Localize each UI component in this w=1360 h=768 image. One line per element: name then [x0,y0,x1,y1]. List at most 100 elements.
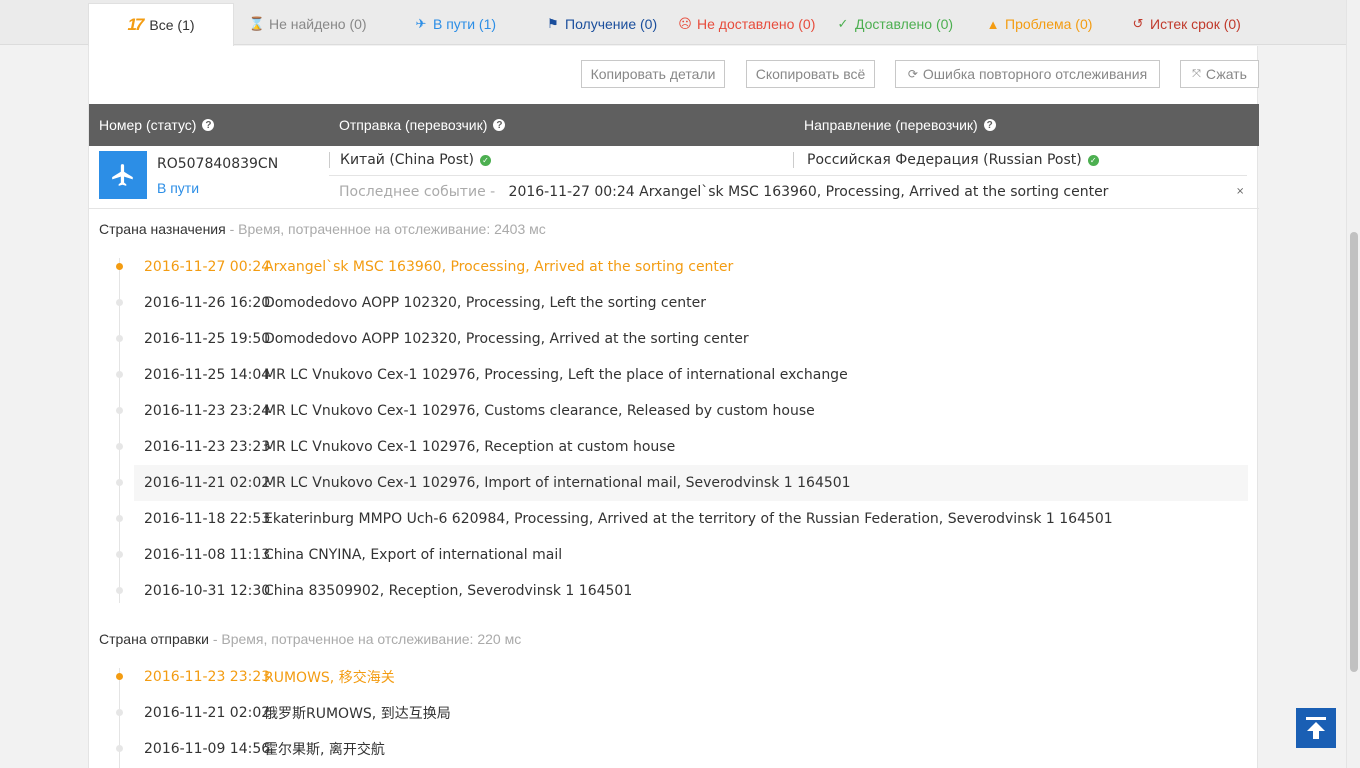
help-icon[interactable]: ? [202,119,215,131]
warning-icon: ▲ [986,16,1000,32]
tab-all-label: Все (1) [149,17,195,33]
timeline-dot [116,443,123,450]
scrollbar[interactable] [1346,0,1360,768]
last-event: Последнее событие - 2016-11-27 00:24 Arx… [339,184,1108,200]
tracking-event: 2016-11-25 19:50 Domodedovo AOPP 102320, … [134,321,1248,357]
event-description: Ekaterinburg MMPO Uch-6 620984, Processi… [264,511,1113,527]
timeline-line [119,668,120,768]
arrow-up-icon [1306,717,1326,739]
timeline-dot [116,551,123,558]
column-origin-label: Отправка (перевозчик) [339,117,488,133]
tab-not-found-label: Не найдено (0) [269,16,367,32]
collapse-icon: ⤧ [1192,67,1201,80]
shipment-row[interactable]: RO507840839CN В пути Китай (China Post) … [89,146,1259,209]
tab-pickup-label: Получение (0) [565,16,658,32]
copy-details-button[interactable]: Копировать детали [581,60,725,88]
tab-not-found[interactable]: ⌛ Не найдено (0) [248,3,367,45]
event-description: 霍尔果斯, 离开交航 [264,742,385,758]
tracking-status: В пути [157,180,200,196]
column-number-label: Номер (статус) [99,117,197,133]
event-date: 2016-11-08 11:13 [144,547,271,563]
tab-in-transit[interactable]: ✈ В пути (1) [414,3,497,45]
tab-expired-label: Истек срок (0) [1150,16,1241,32]
back-to-top-button[interactable] [1296,708,1336,748]
last-event-label: Последнее событие - [339,184,496,200]
tab-undelivered[interactable]: ☹ Не доставлено (0) [678,3,815,45]
event-date: 2016-11-21 02:02 [144,705,271,721]
destination-title: Страна назначения [99,221,226,237]
collapse-button[interactable]: ⤧ Сжать [1180,60,1259,88]
help-icon[interactable]: ? [493,119,506,131]
tracking-event: 2016-11-23 23:24 MR LC Vnukovo Cex-1 1029… [134,393,1248,429]
retrack-error-button[interactable]: ⟳ Ошибка повторного отслеживания [895,60,1160,88]
copy-all-button[interactable]: Скопировать всё [746,60,875,88]
destination-section-title: Страна назначения - Время, потраченное н… [99,221,546,237]
tracking-event: 2016-11-21 02:02 MR LC Vnukovo Cex-1 1029… [134,465,1248,501]
help-icon[interactable]: ? [983,119,996,131]
event-description: China CNYINA, Export of international ma… [264,547,563,563]
scrollbar-thumb[interactable] [1350,232,1358,672]
tracking-event: 2016-11-18 22:53 Ekaterinburg MMPO Uch-6 … [134,501,1248,537]
event-description: China 83509902, Reception, Severodvinsk … [264,583,633,599]
timeline-dot [116,587,123,594]
check-icon: ✓ [837,16,849,31]
sad-face-icon: ☹ [678,16,692,31]
event-date: 2016-11-27 00:24 [144,259,271,275]
status-plane-icon [99,151,147,199]
divider [329,175,1247,176]
tracking-event: 2016-11-26 16:20 Domodedovo AOPP 102320, … [134,285,1248,321]
hourglass-icon: ⌛ [248,16,266,31]
status-tab-bar: 17 Все (1) ⌛ Не найдено (0) ✈ В пути (1)… [0,0,1346,46]
flag-icon: ⚑ [547,16,559,31]
tab-all[interactable]: 17 Все (1) [88,3,234,46]
tab-in-transit-label: В пути (1) [433,16,497,32]
history-icon: ↺ [1132,16,1144,31]
event-description: RUMOWS, 移交海关 [264,670,395,686]
event-description: MR LC Vnukovo Cex-1 102976, Reception at… [264,439,676,455]
origin-carrier-label: Китай (China Post) [340,152,474,168]
event-description: MR LC Vnukovo Cex-1 102976, Import of in… [264,475,851,491]
chevron-collapse-icon[interactable]: ⨯ [1236,186,1244,197]
column-number: Номер (статус) ? [99,117,215,133]
event-date: 2016-11-25 19:50 [144,331,271,347]
17track-logo: 17 [127,15,144,34]
tracking-event: 2016-11-25 14:04 MR LC Vnukovo Cex-1 1029… [134,357,1248,393]
event-description: 俄罗斯RUMOWS, 到达互换局 [264,706,451,722]
event-date: 2016-11-23 23:23 [144,439,271,455]
tracking-event: 2016-11-27 00:24 Arxangel`sk MSC 163960, … [134,249,1248,285]
event-date: 2016-11-25 14:04 [144,367,271,383]
timeline-dot [116,371,123,378]
divider [793,152,794,168]
timeline-dot [116,407,123,414]
event-date: 2016-11-26 16:20 [144,295,271,311]
origin-title: Страна отправки [99,631,209,647]
timeline-dot [116,709,123,716]
origin-section-title: Страна отправки - Время, потраченное на … [99,631,521,647]
tracking-panel: Копировать детали Скопировать всё ⟳ Ошиб… [88,46,1259,768]
tab-problem-label: Проблема (0) [1005,16,1093,32]
origin-timing: - Время, потраченное на отслеживание: 22… [208,631,522,647]
collapse-label: Сжать [1205,66,1247,82]
timeline-dot [116,263,123,270]
origin-carrier: Китай (China Post) ✓ [340,152,491,168]
tab-problem[interactable]: ▲ Проблема (0) [986,3,1093,45]
tab-expired[interactable]: ↺ Истек срок (0) [1131,3,1241,45]
tracking-event: 2016-11-09 14:56 霍尔果斯, 离开交航 [134,731,1248,767]
tab-delivered[interactable]: ✓ Доставлено (0) [836,3,954,45]
tab-pickup[interactable]: ⚑ Получение (0) [546,3,657,45]
divider [329,152,330,168]
dest-carrier-label: Российская Федерация (Russian Post) [807,152,1082,168]
event-date: 2016-11-18 22:53 [144,511,271,527]
dest-carrier: Российская Федерация (Russian Post) ✓ [807,152,1099,168]
table-header: Номер (статус) ? Отправка (перевозчик) ?… [89,104,1259,146]
tracking-event: 2016-11-23 23:23 RUMOWS, 移交海关 [134,659,1248,695]
last-event-text: 2016-11-27 00:24 Arxangel`sk MSC 163960,… [508,184,1109,200]
tracking-event: 2016-11-08 11:13 China CNYINA, Export of … [134,537,1248,573]
tab-undelivered-label: Не доставлено (0) [697,16,816,32]
timeline-dot [116,673,123,680]
event-date: 2016-11-23 23:23 [144,669,271,685]
event-date: 2016-10-31 12:30 [144,583,271,599]
check-circle-icon: ✓ [479,154,491,166]
event-date: 2016-11-23 23:24 [144,403,271,419]
event-description: Domodedovo AOPP 102320, Processing, Left… [264,295,706,311]
